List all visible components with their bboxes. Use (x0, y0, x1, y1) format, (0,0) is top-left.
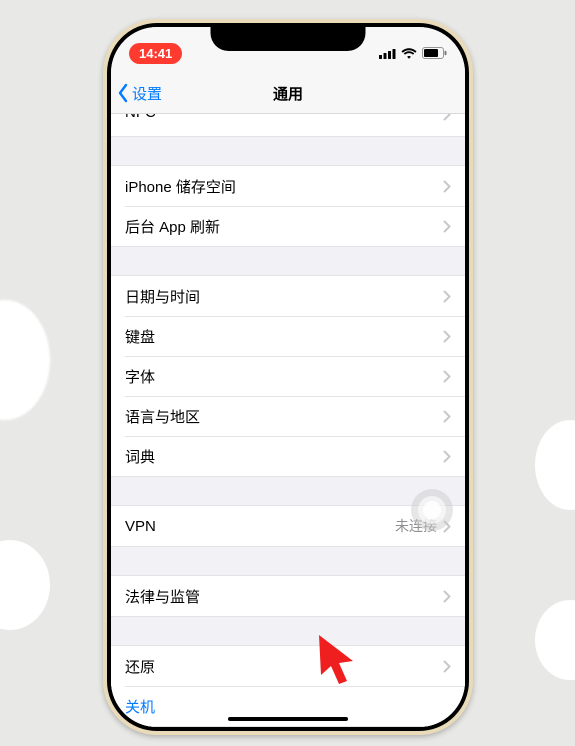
assistive-touch-core (423, 501, 441, 519)
row-label: 键盘 (125, 326, 155, 347)
row-label: 语言与地区 (125, 406, 200, 427)
row-legal-regulatory[interactable]: 法律与监管 (111, 576, 465, 616)
chevron-right-icon (443, 410, 451, 423)
row-background-app-refresh[interactable]: 后台 App 刷新 (111, 206, 465, 246)
nav-bar: 设置 通用 (111, 73, 465, 114)
row-date-time[interactable]: 日期与时间 (111, 276, 465, 316)
assistive-touch-inner (418, 496, 446, 524)
chevron-left-icon (117, 83, 129, 103)
group-reset: 还原 关机 (111, 645, 465, 727)
chevron-right-icon (443, 330, 451, 343)
phone-frame: 14:41 设置 通用 NFC (103, 19, 473, 735)
row-label: VPN (125, 518, 156, 535)
row-nfc[interactable]: NFC (111, 114, 465, 136)
background-blob (0, 540, 50, 630)
row-label: 法律与监管 (125, 586, 200, 607)
group-legal: 法律与监管 (111, 575, 465, 617)
chevron-right-icon (443, 220, 451, 233)
chevron-right-icon (443, 590, 451, 603)
row-iphone-storage[interactable]: iPhone 储存空间 (111, 166, 465, 206)
row-label: NFC (125, 114, 156, 121)
row-label: 后台 App 刷新 (125, 216, 220, 237)
row-label: 词典 (125, 446, 155, 467)
row-language-region[interactable]: 语言与地区 (111, 396, 465, 436)
status-time-recording[interactable]: 14:41 (129, 43, 182, 64)
notch (211, 23, 366, 51)
battery-icon (422, 47, 447, 59)
row-dictionary[interactable]: 词典 (111, 436, 465, 476)
row-fonts[interactable]: 字体 (111, 356, 465, 396)
status-icons (379, 47, 447, 59)
wifi-icon (401, 48, 417, 59)
back-button[interactable]: 设置 (117, 73, 162, 113)
row-label: 日期与时间 (125, 286, 200, 307)
row-label: iPhone 储存空间 (125, 176, 236, 197)
chevron-right-icon (443, 180, 451, 193)
row-label: 字体 (125, 366, 155, 387)
cellular-icon (379, 48, 396, 59)
back-label: 设置 (132, 83, 162, 104)
group-partial: NFC (111, 114, 465, 137)
row-reset[interactable]: 还原 (111, 646, 465, 686)
chevron-right-icon (443, 660, 451, 673)
row-label: 关机 (125, 696, 155, 717)
row-keyboard[interactable]: 键盘 (111, 316, 465, 356)
home-indicator[interactable] (228, 717, 348, 721)
chevron-right-icon (443, 290, 451, 303)
nav-title: 通用 (273, 83, 303, 104)
settings-content[interactable]: NFC iPhone 储存空间 后台 App 刷新 (111, 114, 465, 727)
background-blob (535, 420, 575, 510)
chevron-right-icon (443, 370, 451, 383)
screen: 14:41 设置 通用 NFC (111, 27, 465, 727)
chevron-right-icon (443, 114, 451, 121)
group-general: 日期与时间 键盘 字体 语言与地区 (111, 275, 465, 477)
assistive-touch-button[interactable] (411, 489, 453, 531)
group-storage: iPhone 储存空间 后台 App 刷新 (111, 165, 465, 247)
chevron-right-icon (443, 450, 451, 463)
row-label: 还原 (125, 656, 155, 677)
phone-bezel: 14:41 设置 通用 NFC (107, 23, 469, 731)
background-blob (535, 600, 575, 680)
background-blob (0, 300, 50, 420)
